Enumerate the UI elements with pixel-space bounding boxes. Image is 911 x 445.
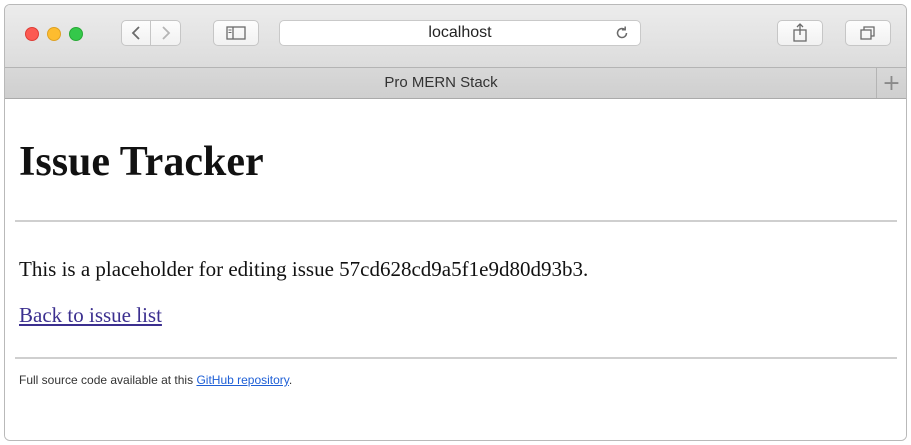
tab-overview-button[interactable] [845, 20, 891, 46]
share-icon [793, 23, 807, 42]
footer-divider [15, 357, 897, 359]
tab-bar: Pro MERN Stack + [5, 67, 906, 99]
page-title: Issue Tracker [19, 139, 264, 185]
forward-button[interactable] [151, 20, 181, 46]
footer-prefix: Full source code available at this [19, 373, 197, 387]
share-button[interactable] [777, 20, 823, 46]
browser-toolbar: localhost [5, 5, 906, 67]
browser-window: localhost Pro MERN Stack + Issue Tracker [4, 4, 907, 441]
tabs-overview-icon [860, 26, 875, 40]
back-icon [131, 26, 140, 40]
github-repository-link[interactable]: GitHub repository [196, 373, 288, 387]
zoom-window-button[interactable] [69, 27, 83, 41]
forward-icon [161, 26, 170, 40]
placeholder-text: This is a placeholder for editing issue … [19, 257, 589, 281]
back-to-issue-list-link[interactable]: Back to issue list [19, 302, 162, 328]
sidebar-icon [226, 26, 246, 40]
minimize-window-button[interactable] [47, 27, 61, 41]
page-content: Issue Tracker This is a placeholder for … [5, 100, 906, 440]
header-divider [15, 220, 897, 222]
address-text: localhost [428, 24, 492, 41]
close-window-button[interactable] [25, 27, 39, 41]
footer: Full source code available at this GitHu… [19, 372, 292, 388]
footer-suffix: . [288, 373, 293, 387]
sidebar-toggle-button[interactable] [213, 20, 259, 46]
reload-icon[interactable] [614, 25, 630, 41]
back-button[interactable] [121, 20, 151, 46]
tab-pro-mern-stack[interactable]: Pro MERN Stack [5, 68, 877, 98]
new-tab-button[interactable]: + [876, 68, 906, 98]
address-bar[interactable]: localhost [279, 20, 641, 46]
